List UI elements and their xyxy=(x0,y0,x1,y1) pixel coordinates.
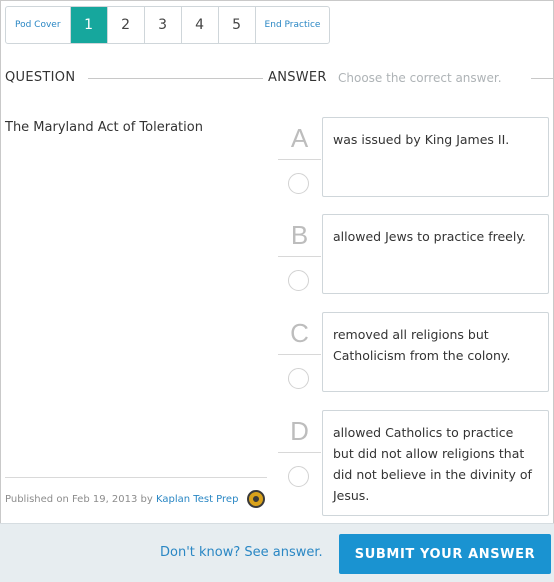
page-4-button[interactable]: 4 xyxy=(182,7,219,43)
option-b-radio[interactable] xyxy=(288,270,309,291)
option-d-radio[interactable] xyxy=(288,466,309,487)
page-5-button[interactable]: 5 xyxy=(219,7,256,43)
answer-header: ANSWER xyxy=(268,70,327,85)
question-divider xyxy=(88,78,263,79)
option-c-text[interactable]: removed all religions but Catholicism fr… xyxy=(322,312,549,392)
option-separator xyxy=(278,256,321,257)
option-separator xyxy=(278,159,321,160)
end-practice-link[interactable]: End Practice xyxy=(256,7,330,43)
page-2-button[interactable]: 2 xyxy=(108,7,145,43)
option-c-radio[interactable] xyxy=(288,368,309,389)
page-3-button[interactable]: 3 xyxy=(145,7,182,43)
option-d[interactable]: D allowed Catholics to practice but did … xyxy=(278,410,550,516)
answer-divider xyxy=(531,78,553,79)
option-a-radio[interactable] xyxy=(288,173,309,194)
published-divider xyxy=(5,477,267,478)
published-info: Published on Feb 19, 2013 by Kaplan Test… xyxy=(5,494,238,505)
pod-cover-link[interactable]: Pod Cover xyxy=(6,7,71,43)
question-header: QUESTION xyxy=(5,70,76,85)
option-c[interactable]: C removed all religions but Catholicism … xyxy=(278,312,550,394)
see-answer-link[interactable]: Don't know? See answer. xyxy=(160,545,323,560)
option-d-text[interactable]: allowed Catholics to practice but did no… xyxy=(322,410,549,516)
published-prefix: Published on Feb 19, 2013 by xyxy=(5,494,153,505)
page-1-button[interactable]: 1 xyxy=(70,7,108,43)
submit-answer-button[interactable]: SUBMIT YOUR ANSWER xyxy=(339,534,551,574)
option-letter: A xyxy=(290,123,309,153)
footer-bar: Don't know? See answer. SUBMIT YOUR ANSW… xyxy=(0,523,554,582)
option-b[interactable]: B allowed Jews to practice freely. xyxy=(278,214,550,296)
option-separator xyxy=(278,452,321,453)
option-letter: D xyxy=(290,416,309,446)
option-a[interactable]: A was issued by King James II. xyxy=(278,117,550,199)
option-letter: B xyxy=(290,220,309,250)
option-b-text[interactable]: allowed Jews to practice freely. xyxy=(322,214,549,294)
pager: Pod Cover 1 2 3 4 5 End Practice xyxy=(5,6,331,44)
option-separator xyxy=(278,354,321,355)
author-badge-icon xyxy=(247,490,265,508)
author-link[interactable]: Kaplan Test Prep xyxy=(156,494,238,505)
answer-instruction: Choose the correct answer. xyxy=(338,71,502,85)
question-text: The Maryland Act of Toleration xyxy=(5,120,203,135)
option-a-text[interactable]: was issued by King James II. xyxy=(322,117,549,197)
option-letter: C xyxy=(290,318,309,348)
